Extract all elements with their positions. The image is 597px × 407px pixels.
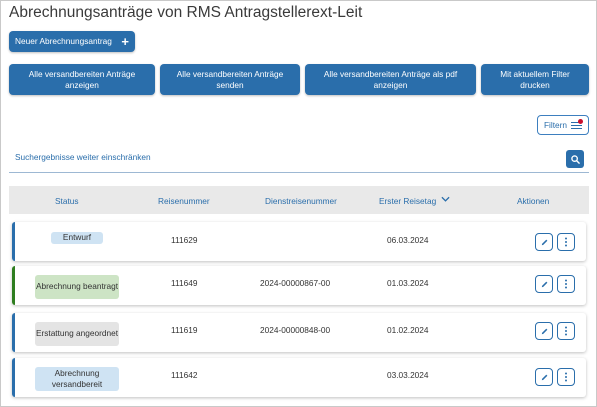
- plus-icon: +: [121, 34, 129, 49]
- table-row: Abrechnung beantragt 111649 2024-0000086…: [12, 266, 586, 305]
- refine-search-link[interactable]: Suchergebnisse weiter einschränken: [15, 152, 151, 162]
- show-ready-claims-button[interactable]: Alle versandbereiten Anträge anzeigen: [9, 64, 155, 95]
- row-accent: [12, 266, 15, 305]
- header-dienstreisenummer: Dienstreisenummer: [265, 196, 337, 206]
- more-actions-button[interactable]: [557, 275, 575, 293]
- reisenummer-cell: 111642: [171, 370, 198, 380]
- table-row: Erstattung angeordnet 111619 2024-000008…: [12, 313, 586, 352]
- status-badge: Entwurf: [51, 232, 103, 244]
- edit-button[interactable]: [535, 275, 553, 293]
- row-accent: [12, 313, 15, 352]
- erster-reisetag-cell: 01.03.2024: [387, 278, 429, 288]
- more-vertical-icon: [565, 372, 567, 382]
- status-badge: Abrechnung beantragt: [35, 275, 119, 299]
- erster-reisetag-cell: 01.02.2024: [387, 325, 429, 335]
- header-reisenummer: Reisenummer: [158, 196, 210, 206]
- chevron-down-icon[interactable]: [441, 196, 450, 203]
- send-ready-claims-button[interactable]: Alle versandbereiten Anträge senden: [160, 64, 300, 95]
- reisenummer-cell: 111649: [171, 278, 198, 288]
- more-vertical-icon: [565, 326, 567, 336]
- pencil-icon: [541, 281, 547, 287]
- pencil-icon: [541, 374, 547, 380]
- header-aktionen: Aktionen: [517, 196, 550, 206]
- new-claim-button[interactable]: Neuer Abrechnungsantrag +: [9, 31, 135, 52]
- edit-button[interactable]: [535, 233, 553, 251]
- status-badge: Abrechnung versandbereit: [35, 367, 119, 391]
- dienstreisenummer-cell: 2024-00000848-00: [260, 325, 331, 335]
- row-accent: [12, 358, 15, 397]
- more-vertical-icon: [565, 237, 567, 247]
- reisenummer-cell: 111619: [171, 325, 198, 335]
- search-button[interactable]: [566, 150, 584, 168]
- more-vertical-icon: [565, 279, 567, 289]
- header-erster-reisetag[interactable]: Erster Reisetag: [379, 196, 436, 206]
- table-header: Status Reisenummer Dienstreisenummer Ers…: [9, 186, 589, 214]
- print-with-filter-button[interactable]: Mit aktuellem Filter drucken: [481, 64, 589, 95]
- filter-button[interactable]: Filtern: [537, 115, 589, 135]
- table-row: Entwurf 111629 06.03.2024: [12, 222, 586, 261]
- search-icon: [570, 154, 580, 164]
- erster-reisetag-cell: 03.03.2024: [387, 370, 429, 380]
- header-status: Status: [55, 196, 79, 206]
- new-claim-label: Neuer Abrechnungsantrag: [15, 36, 112, 47]
- table-row: Abrechnung versandbereit 111642 03.03.20…: [12, 358, 586, 397]
- dienstreisenummer-cell: 2024-00000867-00: [260, 278, 331, 288]
- edit-button[interactable]: [535, 368, 553, 386]
- more-actions-button[interactable]: [557, 368, 575, 386]
- filter-sliders-icon: [571, 118, 584, 130]
- search-divider: [9, 172, 589, 173]
- erster-reisetag-cell: 06.03.2024: [387, 235, 429, 245]
- row-accent: [12, 222, 15, 261]
- pencil-icon: [541, 328, 547, 334]
- page-title: Abrechnungsanträge von RMS Antragsteller…: [9, 4, 363, 21]
- status-badge: Erstattung angeordnet: [35, 322, 119, 346]
- more-actions-button[interactable]: [557, 233, 575, 251]
- more-actions-button[interactable]: [557, 322, 575, 340]
- pencil-icon: [541, 239, 547, 245]
- show-ready-claims-pdf-button[interactable]: Alle versandbereiten Anträge als pdf anz…: [305, 64, 476, 95]
- filter-label: Filtern: [543, 120, 568, 130]
- edit-button[interactable]: [535, 322, 553, 340]
- reisenummer-cell: 111629: [171, 235, 198, 245]
